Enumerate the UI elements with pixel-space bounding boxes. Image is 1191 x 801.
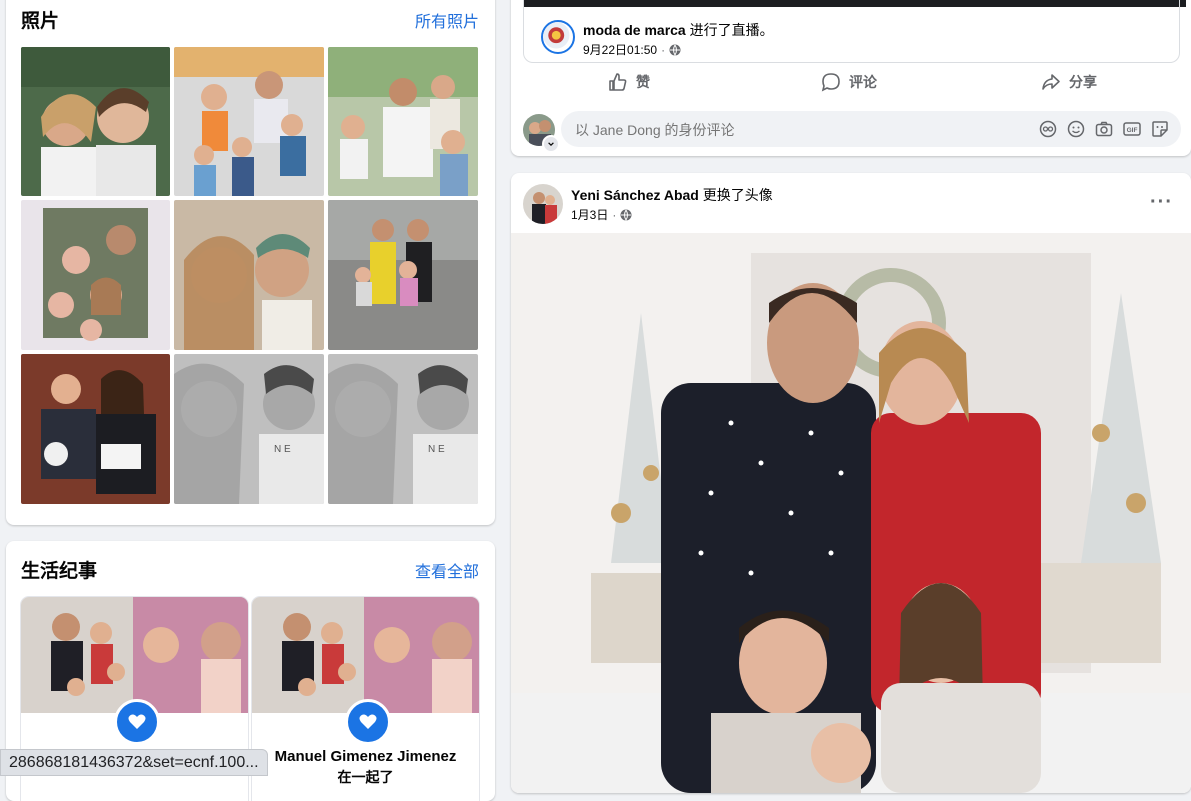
life-event-photo	[21, 597, 248, 713]
see-all-link[interactable]: 查看全部	[415, 558, 479, 582]
more-options-icon[interactable]: ···	[1150, 191, 1173, 214]
life-event-item[interactable]: Manuel Gimenez Jimenez 在一起了	[252, 597, 479, 801]
status-url-bar: 286868181436372&set=ecnf.100...	[0, 749, 268, 776]
photo-thumbnail[interactable]: N E	[328, 354, 478, 504]
post-timestamp[interactable]: 9月22日01:50	[583, 41, 657, 58]
photo-thumbnail[interactable]	[21, 47, 170, 196]
photo-thumbnail[interactable]	[328, 200, 478, 350]
comment-bubble-icon	[821, 73, 840, 92]
gif-icon[interactable]: GIF	[1123, 120, 1141, 138]
live-post-card: moda de marca 进行了直播。 9月22日01:50 · 赞 评论 分…	[511, 0, 1191, 156]
like-button[interactable]: 赞	[608, 72, 650, 92]
author-name[interactable]: moda de marca	[583, 22, 686, 38]
comment-label: 评论	[849, 74, 877, 90]
life-event-name[interactable]: Manuel Gimenez Jimenez	[252, 747, 479, 767]
profile-picture-post-card: Yeni Sánchez Abad 更换了头像 1月3日 · ···	[511, 173, 1191, 793]
author-avatar[interactable]	[541, 20, 575, 54]
photo-thumbnail[interactable]	[174, 200, 324, 350]
thumbs-up-icon	[609, 73, 627, 91]
share-arrow-icon	[1042, 74, 1060, 90]
emoji-icon[interactable]	[1067, 120, 1085, 138]
post-timestamp[interactable]: 1月3日	[571, 206, 608, 223]
photo-thumbnail[interactable]: N E	[174, 354, 324, 504]
author-avatar[interactable]	[523, 184, 563, 224]
life-events-title: 生活纪事	[21, 561, 98, 582]
live-info-box[interactable]: moda de marca 进行了直播。 9月22日01:50 ·	[523, 0, 1180, 63]
svg-text:N E: N E	[274, 444, 291, 455]
share-button[interactable]: 分享	[1041, 72, 1097, 92]
svg-text:N E: N E	[428, 444, 445, 455]
chevron-down-icon[interactable]	[542, 135, 560, 153]
photos-card: 照片 所有照片 N E N E	[6, 0, 495, 525]
like-label: 赞	[636, 74, 650, 90]
globe-icon	[620, 209, 632, 221]
avatar-sticker-icon[interactable]	[1039, 120, 1057, 138]
photo-thumbnail[interactable]	[21, 354, 170, 504]
comment-button[interactable]: 评论	[821, 72, 877, 92]
comment-input[interactable]	[573, 111, 1017, 149]
heart-badge-icon	[114, 699, 160, 745]
post-action-text: 进行了直播。	[689, 22, 774, 38]
heart-badge-icon	[345, 699, 391, 745]
globe-icon	[669, 44, 681, 56]
photo-thumbnail[interactable]	[21, 200, 170, 350]
photo-thumbnail[interactable]	[328, 47, 478, 196]
life-event-subtitle: 在一起了	[337, 769, 394, 785]
post-photo[interactable]	[511, 233, 1191, 793]
share-label: 分享	[1069, 74, 1097, 90]
photo-thumbnail[interactable]	[174, 47, 324, 196]
photos-title: 照片	[21, 11, 60, 32]
post-action-text: 更换了头像	[702, 187, 773, 203]
camera-icon[interactable]	[1095, 120, 1113, 138]
svg-text:GIF: GIF	[1127, 127, 1138, 134]
comment-box[interactable]: GIF	[561, 111, 1181, 149]
sticker-icon[interactable]	[1151, 120, 1169, 138]
all-photos-link[interactable]: 所有照片	[415, 8, 479, 32]
author-name[interactable]: Yeni Sánchez Abad	[571, 187, 699, 203]
life-event-photo	[252, 597, 479, 713]
